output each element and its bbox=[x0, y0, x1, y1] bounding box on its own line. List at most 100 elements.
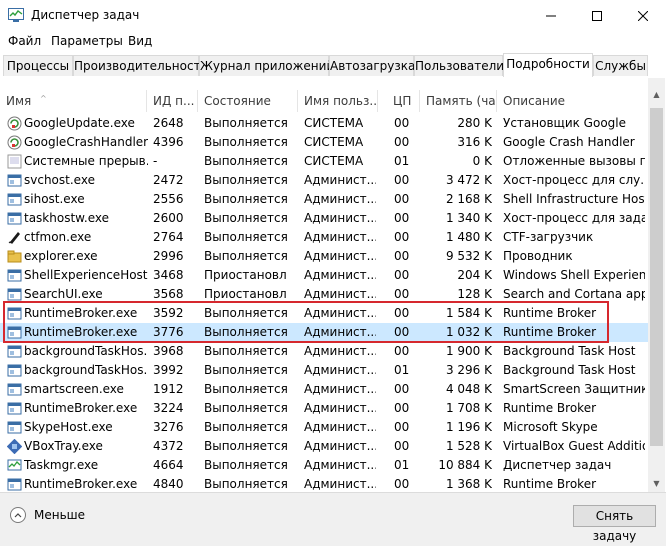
table-row[interactable]: VBoxTray.exe 4372 Выполняется Админист... 00… bbox=[0, 437, 648, 456]
table-header: ^ Имя ИД п... Состояние Имя польз... ЦП … bbox=[0, 90, 648, 112]
process-memory: 1 196 K bbox=[445, 420, 492, 434]
process-memory: 1 032 K bbox=[445, 325, 492, 339]
menu-bar: Файл Параметры Вид bbox=[0, 31, 666, 53]
table-row[interactable]: RuntimeBroker.exe 3592 Выполняется Админист… bbox=[0, 304, 648, 323]
process-user: Админист... bbox=[304, 420, 376, 434]
minimize-button[interactable] bbox=[528, 0, 574, 31]
column-pid[interactable]: ИД п... bbox=[147, 90, 198, 112]
process-table: ^ Имя ИД п... Состояние Имя польз... ЦП … bbox=[0, 77, 666, 492]
table-row[interactable]: Taskmgr.exe 4664 Выполняется Админист... 01 1… bbox=[0, 456, 648, 475]
process-user: Админист... bbox=[304, 173, 376, 187]
tab-app-history[interactable]: Журнал приложений bbox=[199, 55, 334, 76]
fewer-details-button[interactable]: Меньше bbox=[10, 505, 85, 525]
column-memory[interactable]: Память (ча... bbox=[420, 90, 497, 112]
column-name[interactable]: ^ Имя bbox=[0, 90, 147, 112]
process-user: Админист... bbox=[304, 287, 376, 301]
app-icon bbox=[7, 364, 22, 377]
process-cpu: 00 bbox=[394, 344, 410, 358]
process-memory: 3 472 K bbox=[445, 173, 492, 187]
process-pid: 3568 bbox=[153, 287, 184, 301]
footer-bar: Меньше Снять задачу bbox=[0, 492, 666, 543]
table-row[interactable]: backgroundTaskHos... 3968 Выполняется Админ… bbox=[0, 342, 648, 361]
process-pid: 4840 bbox=[153, 477, 184, 491]
process-name: explorer.exe bbox=[24, 249, 98, 263]
table-row[interactable]: sihost.exe 2556 Выполняется Админист... 00 2 … bbox=[0, 190, 648, 209]
process-user: Админист... bbox=[304, 192, 376, 206]
app-icon bbox=[7, 402, 22, 415]
close-button[interactable] bbox=[620, 0, 666, 31]
table-row[interactable]: smartscreen.exe 1912 Выполняется Админист..… bbox=[0, 380, 648, 399]
menu-file[interactable]: Файл bbox=[8, 34, 41, 48]
system-icon bbox=[7, 154, 22, 169]
process-cpu: 01 bbox=[394, 363, 410, 377]
process-name: GoogleCrashHandler... bbox=[24, 135, 148, 149]
process-name: GoogleUpdate.exe bbox=[24, 116, 135, 130]
table-row[interactable]: taskhostw.exe 2600 Выполняется Админист... 0… bbox=[0, 209, 648, 228]
process-description: Установщик Google bbox=[503, 116, 626, 130]
table-row[interactable]: SearchUI.exe 3568 Приостановл Админист... 00… bbox=[0, 285, 648, 304]
process-name: SkypeHost.exe bbox=[24, 420, 113, 434]
window-title: Диспетчер задач bbox=[31, 8, 140, 22]
table-row[interactable]: ShellExperienceHost... 3468 Приостановл Адм… bbox=[0, 266, 648, 285]
process-description: Search and Cortana app... bbox=[503, 287, 645, 301]
menu-settings[interactable]: Параметры bbox=[51, 34, 123, 48]
tab-users[interactable]: Пользователи bbox=[414, 55, 504, 76]
process-cpu: 00 bbox=[394, 192, 410, 206]
column-user[interactable]: Имя польз... bbox=[298, 90, 378, 112]
process-memory: 1 708 K bbox=[445, 401, 492, 415]
tab-processes[interactable]: Процессы bbox=[3, 55, 73, 76]
tab-services[interactable]: Службы bbox=[593, 55, 648, 76]
table-row[interactable]: svchost.exe 2472 Выполняется Админист... 00 3… bbox=[0, 171, 648, 190]
process-memory: 1 528 K bbox=[445, 439, 492, 453]
table-row[interactable]: backgroundTaskHos... 3992 Выполняется Админ… bbox=[0, 361, 648, 380]
vertical-scrollbar[interactable]: ▲ ▼ bbox=[648, 78, 665, 492]
tab-details[interactable]: Подробности bbox=[503, 53, 593, 78]
title-bar[interactable]: Диспетчер задач bbox=[0, 0, 666, 31]
table-row[interactable]: RuntimeBroker.exe 3224 Выполняется Админист… bbox=[0, 399, 648, 418]
process-name: SearchUI.exe bbox=[24, 287, 103, 301]
menu-view[interactable]: Вид bbox=[128, 34, 152, 48]
process-description: Runtime Broker bbox=[503, 325, 597, 339]
process-name: ShellExperienceHost... bbox=[24, 268, 148, 282]
table-row[interactable]: RuntimeBroker.exe 4840 Выполняется Админист… bbox=[0, 475, 648, 492]
table-row[interactable]: ctfmon.exe 2764 Выполняется Админист... 00 1 … bbox=[0, 228, 648, 247]
process-pid: 1912 bbox=[153, 382, 184, 396]
process-description: Background Task Host bbox=[503, 344, 636, 358]
scroll-up-icon[interactable]: ▲ bbox=[648, 86, 665, 103]
column-description[interactable]: Описание bbox=[497, 90, 648, 112]
process-name: sihost.exe bbox=[24, 192, 85, 206]
process-state: Выполняется bbox=[204, 154, 288, 168]
table-row[interactable]: RuntimeBroker.exe 3776 Выполняется Админист… bbox=[0, 323, 648, 342]
process-state: Выполняется bbox=[204, 211, 288, 225]
process-cpu: 00 bbox=[394, 401, 410, 415]
table-row[interactable]: explorer.exe 2996 Выполняется Админист... 00… bbox=[0, 247, 648, 266]
app-icon bbox=[7, 212, 22, 225]
tab-performance[interactable]: Производительность bbox=[73, 55, 208, 76]
column-state[interactable]: Состояние bbox=[198, 90, 298, 112]
process-state: Выполняется bbox=[204, 230, 288, 244]
process-description: Runtime Broker bbox=[503, 477, 597, 491]
process-pid: 3776 bbox=[153, 325, 184, 339]
column-name-label: Имя bbox=[6, 94, 32, 108]
table-row[interactable]: SkypeHost.exe 3276 Выполняется Админист... 0… bbox=[0, 418, 648, 437]
tab-startup[interactable]: Автозагрузка bbox=[329, 55, 415, 76]
scroll-down-icon[interactable]: ▼ bbox=[648, 475, 665, 492]
table-row[interactable]: Системные прерыв... - Выполняется СИСТЕМА 01… bbox=[0, 152, 648, 171]
end-task-button[interactable]: Снять задачу bbox=[573, 505, 656, 543]
process-state: Выполняется bbox=[204, 173, 288, 187]
maximize-button[interactable] bbox=[574, 0, 620, 31]
process-memory: 316 K bbox=[457, 135, 492, 149]
process-memory: 2 168 K bbox=[445, 192, 492, 206]
process-cpu: 00 bbox=[394, 211, 410, 225]
process-user: СИСТЕМА bbox=[304, 116, 364, 130]
process-description: Windows Shell Experien... bbox=[503, 268, 645, 282]
table-row[interactable]: GoogleUpdate.exe 2648 Выполняется СИСТЕМА 00… bbox=[0, 114, 648, 133]
process-user: Админист... bbox=[304, 268, 376, 282]
column-cpu[interactable]: ЦП bbox=[378, 90, 420, 112]
scroll-thumb[interactable] bbox=[650, 108, 663, 446]
app-icon bbox=[7, 288, 22, 301]
process-name: RuntimeBroker.exe bbox=[24, 306, 138, 320]
process-description: Отложенные вызовы пр bbox=[503, 154, 645, 168]
process-memory: 9 532 K bbox=[445, 249, 492, 263]
table-row[interactable]: GoogleCrashHandler... 4396 Выполняется СИСТ… bbox=[0, 133, 648, 152]
